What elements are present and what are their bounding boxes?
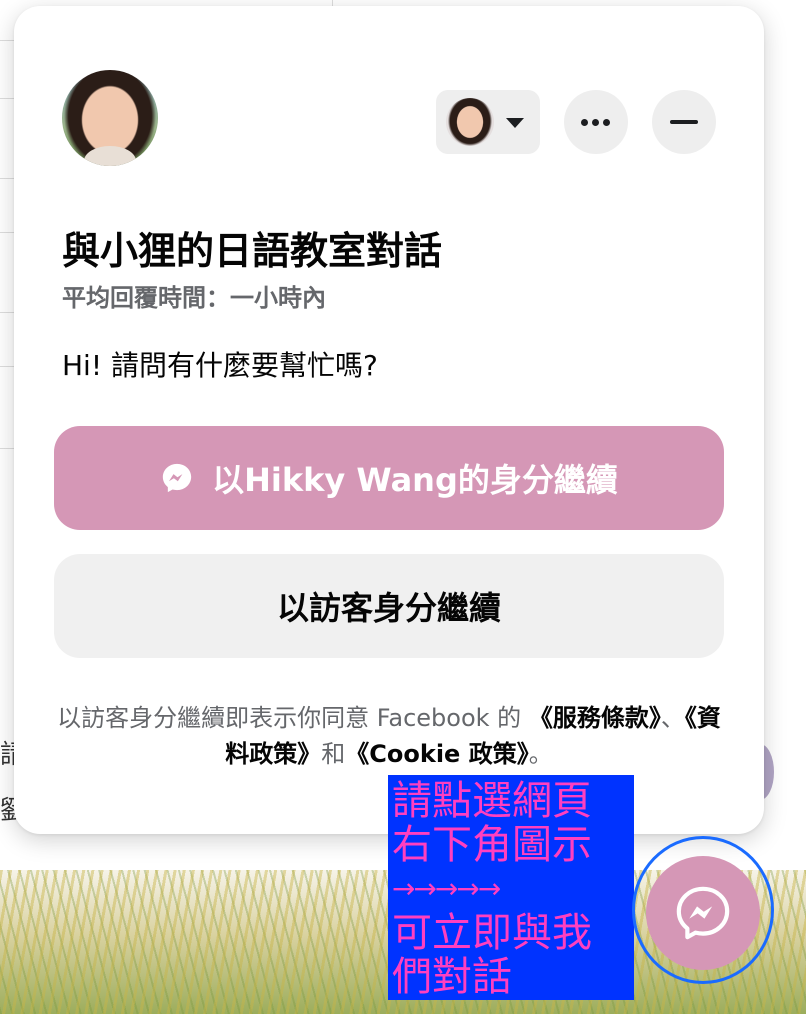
user-avatar: [446, 98, 494, 146]
note-line: 右下角圖示: [392, 822, 592, 868]
more-options-button[interactable]: [564, 90, 628, 154]
continue-as-guest-label: 以訪客身分繼續: [276, 589, 501, 627]
note-line: 可立即與我: [392, 910, 592, 956]
terms-end: 。: [528, 740, 553, 768]
terms-separator: 、: [660, 704, 685, 732]
cookie-policy-link[interactable]: 《Cookie 政策》: [345, 740, 528, 768]
greeting-message: Hi! 請問有什麼要幫忙嗎?: [62, 349, 378, 382]
terms-notice: 以訪客身分繼續即表示你同意 Facebook 的 《服務條款》、《資料政策》和《…: [54, 700, 724, 772]
avatar-shoulders: [84, 146, 136, 166]
minimize-icon: [670, 120, 698, 124]
continue-as-user-button[interactable]: 以Hikky Wang的身分繼續: [54, 426, 724, 530]
terms-of-service-link[interactable]: 《服務條款》: [529, 704, 661, 732]
messenger-launcher-button[interactable]: [646, 856, 760, 970]
messenger-icon: [676, 886, 730, 940]
terms-prefix: 以訪客身分繼續即表示你同意 Facebook 的: [57, 704, 522, 732]
account-switcher-button[interactable]: [436, 90, 540, 154]
continue-as-guest-button[interactable]: 以訪客身分繼續: [54, 554, 724, 658]
caret-down-icon: [506, 118, 524, 128]
arrows-icon: →→→→→: [392, 872, 501, 905]
page-avatar: [62, 70, 158, 166]
note-line: 們對話: [392, 954, 512, 1000]
minimize-button[interactable]: [652, 90, 716, 154]
terms-and: 和: [321, 740, 346, 768]
instruction-note: 請點選網頁 右下角圖示 →→→→→ 可立即與我 們對話: [388, 775, 634, 1000]
chat-title: 與小狸的日語教室對話: [62, 229, 443, 273]
messenger-icon: [162, 463, 192, 493]
continue-as-user-label: 以Hikky Wang的身分繼續: [212, 461, 618, 499]
note-line: 請點選網頁: [392, 778, 592, 824]
more-horizontal-icon: [580, 119, 612, 126]
response-time: 平均回覆時間：一小時內: [62, 284, 326, 312]
chat-welcome-card: 與小狸的日語教室對話 平均回覆時間：一小時內 Hi! 請問有什麼要幫忙嗎? 以H…: [14, 6, 764, 834]
